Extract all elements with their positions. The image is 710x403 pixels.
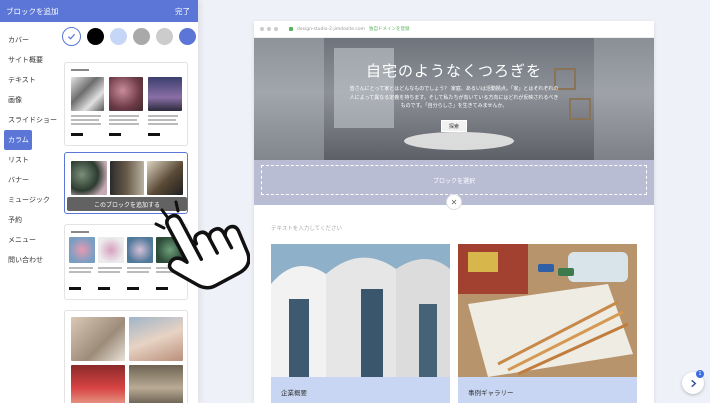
hero-section[interactable]: 自宅のようなくつろぎを 皆さんにとって家とはどんなものでしょう？ 家庭、あるいは…: [254, 38, 654, 160]
category-list[interactable]: リスト: [4, 150, 58, 170]
card-label: 事例ギャラリー: [468, 389, 514, 397]
close-icon[interactable]: ✕: [446, 194, 462, 210]
art-supplies-image: [458, 244, 637, 377]
register-domain-link[interactable]: 独自ドメインを登録: [369, 26, 410, 32]
color-swatch-gray[interactable]: [133, 28, 150, 45]
done-button[interactable]: 完了: [175, 6, 190, 17]
category-banner[interactable]: バナー: [4, 170, 58, 190]
notification-badge: 1: [696, 370, 704, 378]
color-swatch-white[interactable]: [62, 27, 81, 46]
url-domain: design-studio-2.jimdosite.com: [297, 26, 366, 32]
chevron-right-icon: [690, 379, 696, 387]
color-swatch-blue[interactable]: [179, 28, 196, 45]
architecture-image: [271, 244, 450, 377]
category-cover[interactable]: カバー: [4, 30, 58, 50]
column-card-gallery[interactable]: 事例ギャラリー: [458, 244, 637, 403]
category-site-overview[interactable]: サイト概要: [4, 50, 58, 70]
category-slideshow[interactable]: スライドショー: [4, 110, 58, 130]
select-block-button[interactable]: ブロックを選択: [261, 165, 647, 195]
url-bar[interactable]: design-studio-2.jimdosite.com 独自ドメインを登録: [289, 26, 410, 32]
category-reservation[interactable]: 予約: [4, 210, 58, 230]
category-menu[interactable]: メニュー: [4, 230, 58, 250]
check-icon: [67, 33, 76, 40]
block-thumbnail-1[interactable]: [64, 62, 188, 146]
category-music[interactable]: ミュージック: [4, 190, 58, 210]
pointer-hand-icon: [154, 200, 250, 290]
hero-shelf: [569, 98, 591, 120]
category-contact[interactable]: 問い合わせ: [4, 250, 58, 270]
site-preview: design-studio-2.jimdosite.com 独自ドメインを登録 …: [254, 21, 654, 403]
card-label: 企業概要: [281, 389, 307, 397]
lock-icon: [289, 27, 293, 31]
panel-header: ブロックを追加 完了: [0, 0, 198, 22]
hero-window: [594, 38, 654, 160]
color-swatch-black[interactable]: [87, 28, 104, 45]
hero-title: 自宅のようなくつろぎを: [365, 62, 542, 80]
window-dot: [260, 27, 264, 31]
browser-bar: design-studio-2.jimdosite.com 独自ドメインを登録: [254, 21, 654, 38]
color-swatch-light-blue[interactable]: [110, 28, 127, 45]
color-swatch-light-gray[interactable]: [156, 28, 173, 45]
category-list: カバー サイト概要 テキスト 画像 スライドショー カラム リスト バナー ミュ…: [4, 30, 58, 270]
category-text[interactable]: テキスト: [4, 70, 58, 90]
hero-explore-button[interactable]: 探索: [441, 120, 467, 132]
column-card-company[interactable]: 企業概要: [271, 244, 450, 403]
panel-title: ブロックを追加: [6, 6, 59, 16]
color-swatches: [62, 27, 196, 46]
block-thumbnail-4[interactable]: [64, 310, 188, 403]
window-dot: [274, 27, 278, 31]
category-image[interactable]: 画像: [4, 90, 58, 110]
category-column[interactable]: カラム: [4, 130, 32, 150]
window-dot: [267, 27, 271, 31]
hero-window: [254, 38, 324, 160]
hero-body-text: 皆さんにとって家とはどんなものでしょう？ 家庭、あるいは活動拠点。「家」とはそれ…: [349, 86, 559, 109]
text-placeholder[interactable]: テキストを入力してください: [271, 224, 342, 232]
hero-table: [404, 132, 514, 150]
